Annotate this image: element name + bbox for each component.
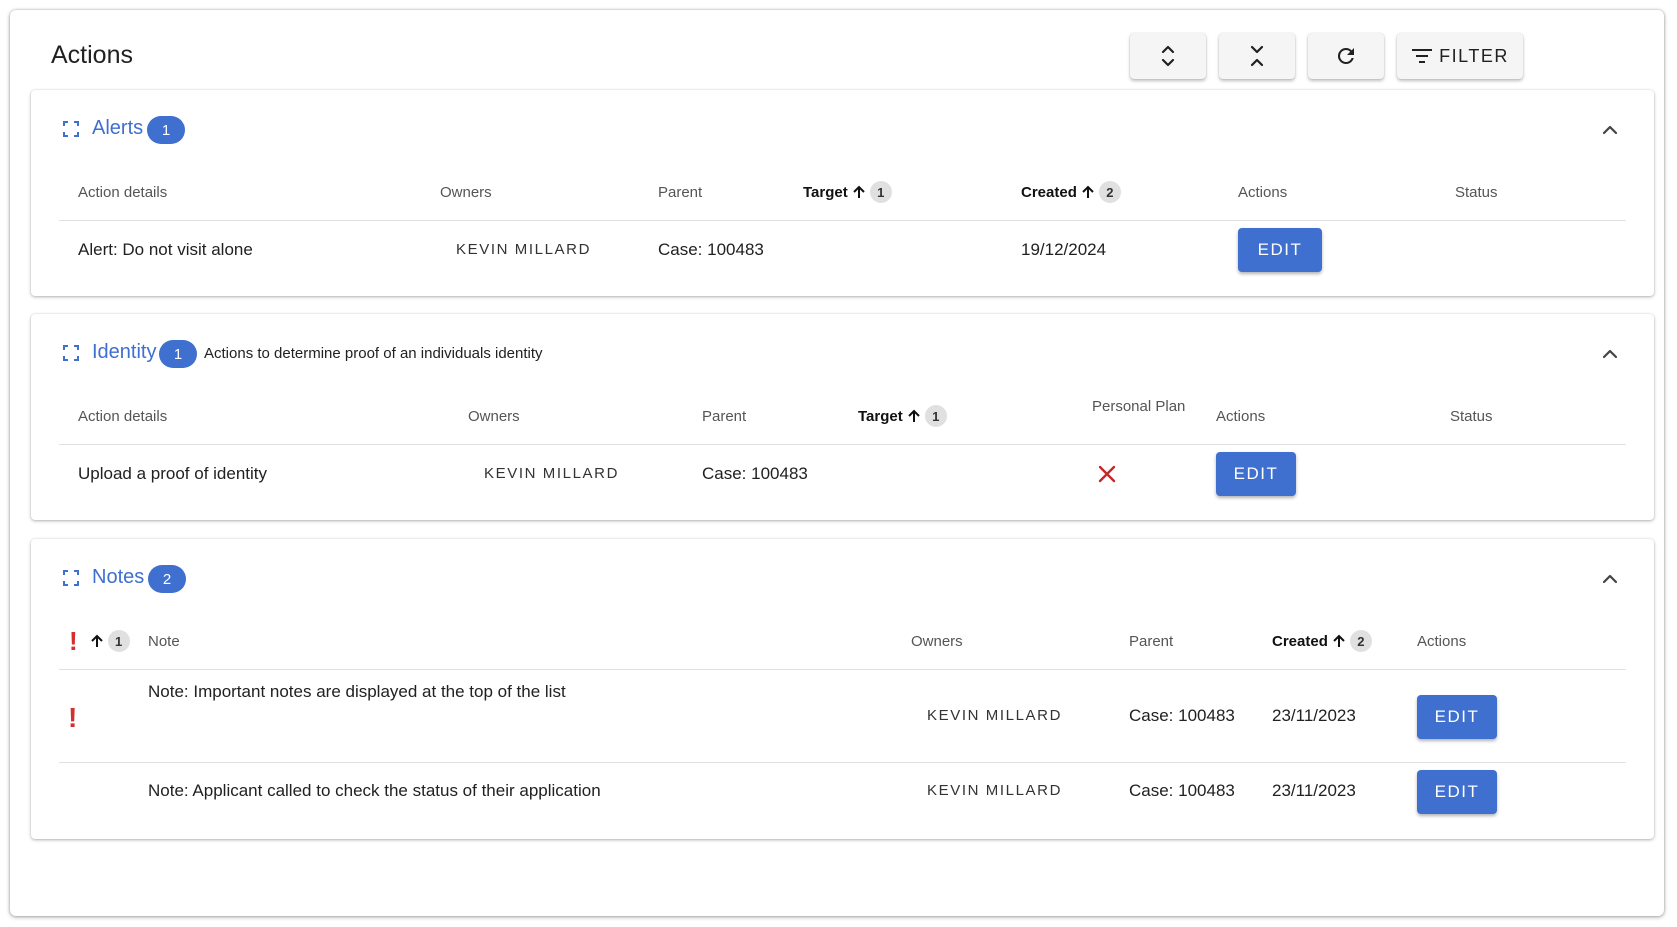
edit-button[interactable]: EDIT [1417, 770, 1497, 814]
parent-cell[interactable]: Case: 100483 [658, 240, 764, 260]
alerts-count-badge: 1 [147, 116, 185, 144]
col-owners[interactable]: Owners [440, 184, 492, 201]
filter-label: FILTER [1439, 45, 1509, 66]
sort-order-badge: 1 [107, 630, 130, 652]
created-cell: 23/11/2023 [1272, 781, 1356, 800]
page-title: Actions [51, 41, 133, 69]
col-status[interactable]: Status [1450, 408, 1493, 425]
sort-order-badge: 1 [924, 405, 947, 427]
arrow-up-icon [90, 634, 103, 647]
edit-button[interactable]: EDIT [1216, 452, 1296, 496]
col-target[interactable]: Target 1 [803, 181, 892, 203]
col-actions: Actions [1417, 633, 1467, 650]
collapse-all-button[interactable] [1219, 33, 1295, 79]
identity-count-badge: 1 [159, 340, 197, 368]
col-created[interactable]: Created 2 [1021, 181, 1121, 203]
created-cell: 19/12/2024 [1021, 240, 1107, 259]
arrow-up-icon [853, 185, 865, 198]
col-owners[interactable]: Owners [468, 408, 520, 425]
unfold-less-icon [1250, 45, 1264, 67]
note-cell: Note: Important notes are displayed at t… [148, 682, 566, 701]
col-actions: Actions [1238, 184, 1288, 201]
action-details-cell: Upload a proof of identity [78, 464, 268, 483]
col-personal-plan[interactable]: Personal Plan [1092, 398, 1185, 415]
col-target[interactable]: Target 1 [858, 405, 947, 427]
alerts-title: Alerts [92, 117, 144, 139]
col-parent[interactable]: Parent [1129, 633, 1173, 650]
col-status[interactable]: Status [1455, 184, 1498, 201]
sort-order-badge: 2 [1098, 181, 1121, 203]
parent-cell[interactable]: Case: 100483 [702, 464, 808, 484]
col-created-label: Created [1272, 632, 1328, 650]
col-created-label: Created [1021, 183, 1077, 201]
sort-order-badge: 2 [1349, 630, 1372, 652]
col-action-details[interactable]: Action details [78, 184, 167, 201]
col-important[interactable]: ! 1 [69, 626, 130, 656]
col-actions: Actions [1216, 408, 1266, 425]
chevron-up-icon[interactable] [1600, 120, 1620, 140]
exclamation-icon: ! [68, 702, 78, 733]
fullscreen-icon[interactable] [63, 570, 79, 586]
note-cell: Note: Applicant called to check the stat… [148, 781, 601, 800]
header-divider [59, 220, 1626, 221]
sort-order-badge: 1 [869, 181, 892, 203]
notes-panel-header[interactable]: Notes 2 [31, 539, 1654, 619]
unfold-more-icon [1161, 45, 1175, 67]
row-divider [59, 762, 1626, 763]
owner-chip: KEVIN MILLARD [927, 782, 1062, 799]
header-divider [59, 444, 1626, 445]
col-action-details[interactable]: Action details [78, 408, 167, 425]
edit-button[interactable]: EDIT [1238, 228, 1322, 272]
owner-chip: KEVIN MILLARD [456, 241, 591, 258]
col-created[interactable]: Created 2 [1272, 630, 1372, 652]
fullscreen-icon[interactable] [63, 345, 79, 361]
refresh-icon [1337, 47, 1354, 64]
col-note[interactable]: Note [148, 633, 180, 650]
notes-count-badge: 2 [148, 565, 186, 593]
arrow-up-icon [1082, 185, 1094, 198]
close-icon [1098, 465, 1116, 483]
col-target-label: Target [803, 183, 848, 201]
chevron-up-icon[interactable] [1600, 344, 1620, 364]
chevron-up-icon[interactable] [1600, 569, 1620, 589]
arrow-up-icon [908, 409, 920, 422]
action-details-cell: Alert: Do not visit alone [78, 240, 253, 259]
col-parent[interactable]: Parent [658, 184, 702, 201]
header-divider [59, 669, 1626, 670]
parent-cell[interactable]: Case: 100483 [1129, 781, 1235, 801]
refresh-button[interactable] [1308, 33, 1384, 79]
alerts-panel: Alerts 1 Action details Owners Parent Ta… [31, 90, 1654, 296]
expand-all-button[interactable] [1130, 33, 1206, 79]
notes-panel: Notes 2 ! 1 Note Owners Parent Created 2… [31, 539, 1654, 839]
arrow-up-icon [1333, 634, 1345, 647]
created-cell: 23/11/2023 [1272, 706, 1356, 725]
identity-panel: Identity 1 Actions to determine proof of… [31, 314, 1654, 520]
col-parent[interactable]: Parent [702, 408, 746, 425]
filter-list-icon [1412, 49, 1433, 63]
col-target-label: Target [858, 407, 903, 425]
fullscreen-icon[interactable] [63, 121, 79, 137]
identity-title: Identity [92, 341, 157, 363]
filter-button[interactable]: FILTER [1397, 33, 1523, 79]
notes-title: Notes [92, 566, 145, 588]
col-owners[interactable]: Owners [911, 633, 963, 650]
alerts-panel-header[interactable]: Alerts 1 [31, 90, 1654, 170]
actions-card: Actions FILTER Alerts 1 Action details O… [10, 10, 1664, 916]
owner-chip: KEVIN MILLARD [484, 465, 619, 482]
edit-button[interactable]: EDIT [1417, 695, 1497, 739]
identity-panel-header[interactable]: Identity 1 Actions to determine proof of… [31, 314, 1654, 394]
identity-description: Actions to determine proof of an individ… [204, 345, 543, 362]
parent-cell[interactable]: Case: 100483 [1129, 706, 1235, 726]
owner-chip: KEVIN MILLARD [927, 707, 1062, 724]
exclamation-icon: ! [69, 626, 78, 656]
